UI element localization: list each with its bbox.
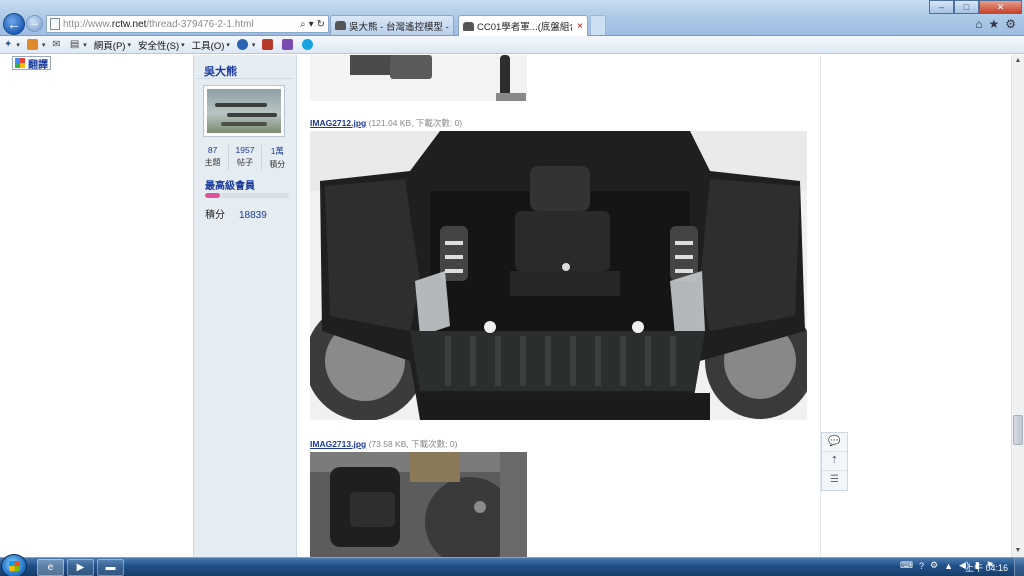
forward-button[interactable]: → [26,15,43,32]
scroll-up-arrow-icon[interactable]: ▲ [1012,55,1024,67]
author-points: 積分 18839 [205,210,267,221]
command-bar: ✦ ▾ ▾ ✉ ▤ ▾ 網頁(P) ▾ 安全性(S) ▾ 工具(O) ▾ ▾ [0,36,1024,54]
help-tray-icon[interactable]: ? [919,561,924,571]
scroll-thumb[interactable] [1013,415,1023,445]
translate-button[interactable]: 翻譯 [12,56,51,71]
attachment-title: IMAG2713.jpg (73.58 KB, 下載次數: 0) [310,439,458,449]
window-controls: – □ ✕ [929,0,1022,14]
new-tab-button[interactable] [590,15,606,35]
settings-tray-icon[interactable]: ⚙ [930,560,938,571]
list-icon[interactable]: ☰ [822,471,847,490]
read-mail-icon[interactable]: ✉ [52,39,62,50]
maximize-button[interactable]: □ [954,0,979,14]
show-hidden-icons-icon[interactable]: ▲ [944,561,953,571]
attachment-link[interactable]: IMAG2713.jpg [310,439,366,449]
address-bar[interactable]: http://www.rctw.net/thread-379476-2-1.ht… [46,15,329,33]
media-player-taskbar-icon[interactable]: ▶ [67,559,94,576]
tab-thread[interactable]: CC01學者軍...(底盤組合臉... × [458,15,588,36]
favorites-star-icon[interactable]: ★ [988,17,999,31]
avatar[interactable] [203,85,285,137]
page-icon [50,18,60,30]
tab-close-icon[interactable]: × [577,21,583,32]
page-viewport: 翻譯 吳大熊 87 主題 1957 帖子 1萬 積分 最高級會員 積分 1883… [0,55,1024,557]
scroll-down-arrow-icon[interactable]: ▼ [1012,545,1024,557]
site-favicon-icon [463,21,474,31]
settings-gear-icon[interactable]: ⚙ [1005,17,1016,31]
address-url: http://www.rctw.net/thread-379476-2-1.ht… [63,18,254,30]
author-name[interactable]: 吳大熊 [204,63,237,79]
skype-icon[interactable] [302,39,315,50]
attachment-image-next[interactable] [310,452,527,557]
attachment-image[interactable] [310,131,807,420]
menu-tools[interactable]: 工具(O) ▾ [192,38,230,52]
file-explorer-taskbar-icon[interactable]: ▬ [97,559,124,576]
reply-comment-icon[interactable]: 💬 [822,433,847,452]
post-content: IMAG2712.jpg (121.04 KB, 下載次數: 0) IMAG27… [298,55,820,557]
refresh-icon[interactable]: ↻ [317,19,325,30]
back-to-top-icon[interactable]: ⇡ [822,452,847,471]
menu-safety[interactable]: 安全性(S) ▾ [138,38,185,52]
close-button[interactable]: ✕ [979,0,1022,14]
attachment-image-previous[interactable] [310,55,527,101]
google-translate-icon [15,58,25,68]
back-button[interactable]: ← [3,13,25,35]
print-icon[interactable]: ▤ ▾ [70,39,87,50]
dropdown-arrow-icon[interactable]: ▾ [309,19,314,30]
taskbar: e ▶ ▬ ⌨ ? ⚙ ▲ ◀) ▮ ⚑ 上午 04:16 [0,554,1024,576]
browser-titlebar: ← → http://www.rctw.net/thread-379476-2-… [0,0,1024,36]
browser-right-icons: ⌂ ★ ⚙ [975,17,1016,31]
add-to-favorites-icon[interactable]: ✦ ▾ [4,39,20,50]
translate-addon-icon[interactable] [282,39,295,50]
attachment-link[interactable]: IMAG2712.jpg [310,118,366,128]
addon-icon[interactable] [262,39,275,50]
rank-progress-fill [205,193,221,198]
start-button[interactable] [1,554,27,576]
minimize-button[interactable]: – [929,0,954,14]
show-desktop-button[interactable] [1014,558,1024,576]
author-stats: 87 主題 1957 帖子 1萬 積分 [197,145,293,170]
divider [196,78,294,79]
search-icon[interactable]: ⌕ [300,19,306,30]
avatar-image [207,89,281,133]
stat-points[interactable]: 1萬 積分 [262,145,293,170]
menu-page[interactable]: 網頁(P) ▾ [94,38,131,52]
help-icon[interactable]: ▾ [236,39,255,50]
rank-progress-bar [205,193,289,198]
site-favicon-icon [335,21,346,30]
author-sidebar: 吳大熊 87 主題 1957 帖子 1萬 積分 最高級會員 積分 18839 [194,55,297,557]
windows-logo-icon [9,561,20,571]
stat-threads[interactable]: 87 主題 [197,145,230,170]
stat-posts[interactable]: 1957 帖子 [229,145,262,170]
attachment-title: IMAG2712.jpg (121.04 KB, 下載次數: 0) [310,118,463,128]
feeds-icon[interactable]: ▾ [26,39,45,50]
floating-toolbar: 💬 ⇡ ☰ [821,432,848,491]
vertical-scrollbar[interactable]: ▲ ▼ [1011,55,1024,557]
author-rank[interactable]: 最高級會員 [205,177,255,192]
keyboard-icon[interactable]: ⌨ [900,560,913,571]
home-icon[interactable]: ⌂ [975,17,982,31]
internet-explorer-taskbar-icon[interactable]: e [37,559,64,576]
clock[interactable]: 上午 04:16 [965,561,1008,574]
tab-forum[interactable]: 吳大熊 - 台灣遙控模型 - RC T... [330,15,454,35]
